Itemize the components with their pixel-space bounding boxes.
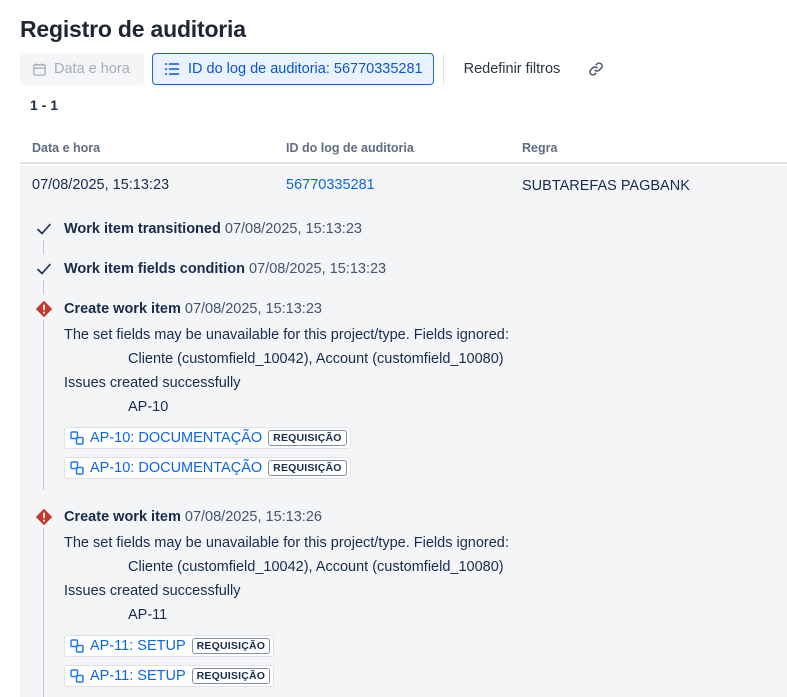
column-header-date[interactable]: Data e hora [32,141,100,155]
list-icon [164,63,180,75]
subtask-icon [69,638,85,654]
subtask-icon [69,668,85,684]
error-icon [35,300,53,318]
entry-timestamp: 07/08/2025, 15:13:23 [249,261,387,277]
issue-key-link[interactable]: AP-10: DOCUMENTAÇÃO [90,460,262,476]
issue-key-link[interactable]: AP-10: DOCUMENTAÇÃO [90,430,262,446]
entry-created-key: AP-11 [128,607,168,623]
entry-message: The set fields may be unavailable for th… [64,327,509,343]
error-icon [35,508,53,526]
timeline-connector [43,280,44,294]
column-header-rule[interactable]: Regra [522,141,557,155]
date-filter-label: Data e hora [54,61,130,77]
entry-timestamp: 07/08/2025, 15:13:23 [184,301,322,317]
entry-title: Create work item [64,301,181,317]
link-icon[interactable] [588,61,604,77]
entry-message: The set fields may be unavailable for th… [64,535,509,551]
results-count: 1 - 1 [30,97,59,113]
issue-type-lozenge: REQUISIÇÃO [191,668,271,684]
check-icon [35,260,53,278]
entry-ignored-fields: Cliente (customfield_10042), Account (cu… [128,559,504,575]
column-header-log-id[interactable]: ID do log de auditoria [286,141,414,155]
issue-link-chip[interactable]: AP-11: SETUP REQUISIÇÃO [64,665,275,687]
toolbar-divider [442,53,444,85]
issue-link-chip[interactable]: AP-11: SETUP REQUISIÇÃO [64,635,275,657]
log-id-filter-label: ID do log de auditoria: 56770335281 [188,61,423,77]
subtask-icon [69,430,85,446]
reset-filters-button[interactable]: Redefinir filtros [464,61,561,77]
issue-type-lozenge: REQUISIÇÃO [268,430,347,446]
entry-timestamp: 07/08/2025, 15:13:23 [224,221,362,237]
audit-entry-header: Work item fields condition 07/08/2025, 1… [64,261,386,277]
timeline-connector [43,320,44,490]
calendar-icon [33,62,46,76]
issue-link-chip[interactable]: AP-10: DOCUMENTAÇÃO REQUISIÇÃO [64,457,351,479]
entry-timestamp: 07/08/2025, 15:13:26 [184,509,322,525]
issue-key-link[interactable]: AP-11: SETUP [90,638,186,654]
audit-entry-header: Work item transitioned 07/08/2025, 15:13… [64,221,362,237]
issue-link-chip[interactable]: AP-10: DOCUMENTAÇÃO REQUISIÇÃO [64,427,351,449]
row-rule: SUBTAREFAS PAGBANK [522,178,690,194]
audit-entry-header: Create work item 07/08/2025, 15:13:26 [64,509,322,525]
page-title: Registro de auditoria [20,16,246,42]
entry-title: Work item fields condition [64,261,245,277]
date-filter-button[interactable]: Data e hora [20,53,144,85]
row-date: 07/08/2025, 15:13:23 [32,177,170,193]
table-header: Data e hora ID do log de auditoria Regra [20,138,787,164]
log-id-filter-button[interactable]: ID do log de auditoria: 56770335281 [152,53,434,85]
entry-created-key: AP-10 [128,399,169,415]
subtask-icon [69,460,85,476]
filter-toolbar: Data e hora ID do log de auditoria: 5677… [20,53,604,85]
issue-key-link[interactable]: AP-11: SETUP [90,668,186,684]
row-log-id-link[interactable]: 56770335281 [286,177,375,193]
issue-type-lozenge: REQUISIÇÃO [268,460,347,476]
timeline-connector [43,528,44,697]
check-icon [35,220,53,238]
entry-created-label: Issues created successfully [64,375,241,391]
entry-ignored-fields: Cliente (customfield_10042), Account (cu… [128,351,504,367]
entry-title: Create work item [64,509,181,525]
entry-title: Work item transitioned [64,221,221,237]
issue-type-lozenge: REQUISIÇÃO [191,638,271,654]
audit-entry-header: Create work item 07/08/2025, 15:13:23 [64,301,322,317]
entry-created-label: Issues created successfully [64,583,241,599]
timeline-connector [43,240,44,254]
